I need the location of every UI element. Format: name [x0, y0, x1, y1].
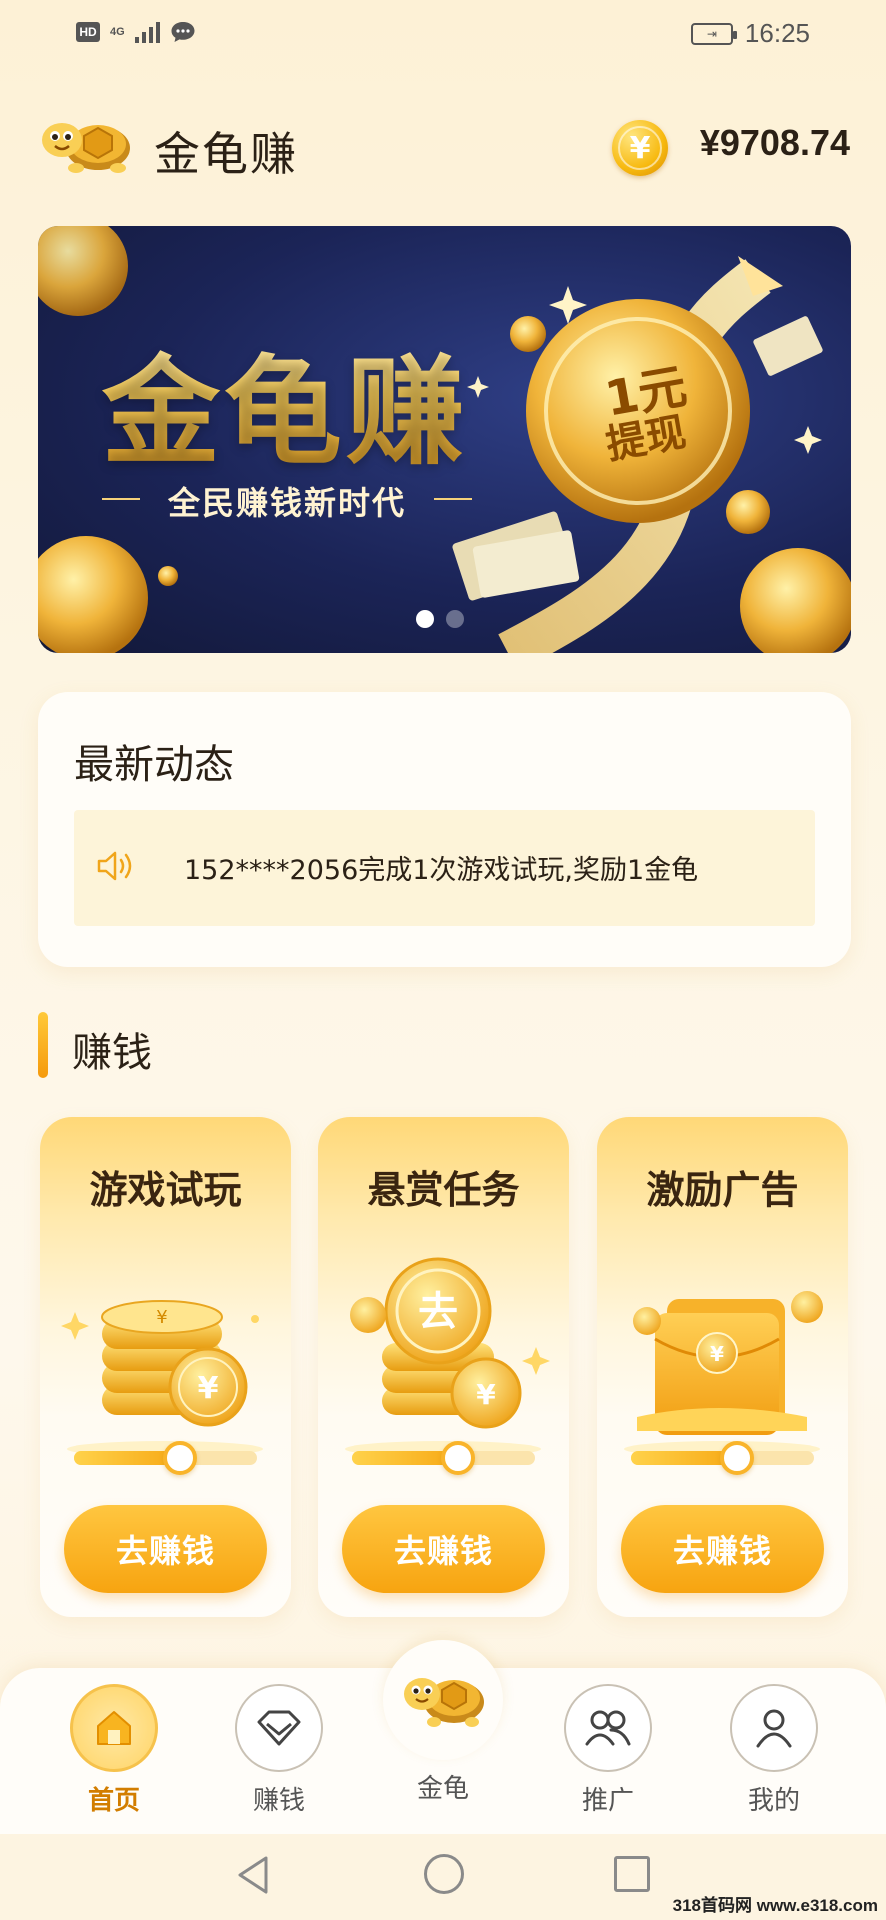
app-header: 金龟赚 ¥ ¥9708.74	[0, 98, 886, 194]
battery-icon: ⇥	[690, 22, 737, 45]
go-earn-button[interactable]: 去赚钱	[621, 1505, 824, 1593]
task-progress-slider[interactable]	[631, 1441, 814, 1475]
task-card-bounty[interactable]: 悬赏任务 去 ¥ 去赚钱	[318, 1117, 569, 1617]
svg-text:¥: ¥	[476, 1378, 496, 1411]
nav-item-home[interactable]: 首页	[54, 1684, 174, 1817]
red-envelope-icon: ¥	[624, 1291, 823, 1457]
section-title: 赚钱	[72, 1030, 152, 1076]
task-title: 激励广告	[646, 1168, 799, 1212]
diamond-icon	[235, 1684, 323, 1772]
balance-amount[interactable]: ¥9708.74	[700, 122, 850, 164]
nav-item-earn[interactable]: 赚钱	[219, 1684, 339, 1817]
turtle-icon[interactable]	[398, 1662, 488, 1732]
banner-dot-2[interactable]	[446, 610, 464, 628]
network-type: 4G	[110, 26, 125, 38]
nav-item-turtle-label[interactable]: 金龟	[383, 1768, 503, 1805]
banner-pagination	[416, 610, 464, 628]
task-progress-slider[interactable]	[74, 1441, 257, 1475]
task-title: 游戏试玩	[89, 1168, 242, 1212]
slider-knob[interactable]	[720, 1441, 755, 1475]
clock: 16:25	[744, 18, 810, 48]
watermark: 318首码网 www.e318.com	[672, 1896, 878, 1915]
nav-item-profile[interactable]: 我的	[714, 1684, 834, 1817]
message-icon	[171, 22, 195, 42]
svg-text:¥: ¥	[198, 1371, 219, 1406]
promo-banner[interactable]: 金龟赚 全民赚钱新时代 1元 提现	[38, 226, 851, 653]
nav-item-promote[interactable]: 推广	[548, 1684, 668, 1817]
news-ticker[interactable]: 152****2056完成1次游戏试玩,奖励1金龟	[74, 810, 815, 926]
nav-label: 推广	[581, 1786, 634, 1816]
svg-text:¥: ¥	[156, 1307, 167, 1328]
task-card-game-trial[interactable]: 游戏试玩 ¥ ¥ 去赚钱	[40, 1117, 291, 1617]
status-bar: HD 4G ⇥ 16:25	[0, 0, 886, 70]
recent-apps-icon[interactable]	[614, 1856, 650, 1892]
banner-coin-text: 1元 提现	[586, 358, 706, 469]
section-accent-bar	[38, 1012, 48, 1078]
user-icon	[730, 1684, 818, 1772]
nav-label: 我的	[747, 1786, 800, 1816]
banner-title: 金龟赚	[102, 316, 468, 487]
home-icon	[70, 1684, 158, 1772]
svg-text:¥: ¥	[710, 1342, 724, 1366]
slider-knob[interactable]	[441, 1441, 476, 1475]
task-card-reward-ad[interactable]: 激励广告 ¥ 去赚钱	[597, 1117, 848, 1617]
back-icon[interactable]	[234, 1854, 274, 1896]
app-title: 金龟赚	[154, 127, 298, 181]
coin-go-icon: 去 ¥	[345, 1257, 550, 1457]
turtle-logo-icon	[42, 123, 130, 173]
users-icon	[564, 1684, 652, 1772]
banner-subtitle: 全民赚钱新时代	[102, 478, 472, 524]
coin-stack-icon: ¥ ¥	[61, 1300, 263, 1457]
coin-icon: ¥	[612, 120, 668, 176]
hd-badge: HD	[76, 22, 100, 42]
task-title: 悬赏任务	[367, 1168, 520, 1212]
signal-icon	[134, 21, 160, 43]
nav-label: 赚钱	[252, 1786, 305, 1816]
news-message: 152****2056完成1次游戏试玩,奖励1金龟	[184, 855, 699, 886]
task-progress-slider[interactable]	[352, 1441, 535, 1475]
banner-dot-1[interactable]	[416, 610, 434, 628]
news-heading: 最新动态	[74, 742, 234, 788]
go-earn-button[interactable]: 去赚钱	[64, 1505, 267, 1593]
system-nav-bar: 318首码网 www.e318.com	[0, 1834, 886, 1920]
nav-label: 首页	[87, 1786, 140, 1816]
home-circle-icon[interactable]	[424, 1854, 464, 1894]
go-earn-button[interactable]: 去赚钱	[342, 1505, 545, 1593]
speaker-icon	[97, 851, 132, 881]
coin-go-label: 去	[418, 1289, 458, 1335]
news-card: 最新动态 152****2056完成1次游戏试玩,奖励1金龟	[38, 692, 851, 967]
slider-knob[interactable]	[163, 1441, 198, 1475]
